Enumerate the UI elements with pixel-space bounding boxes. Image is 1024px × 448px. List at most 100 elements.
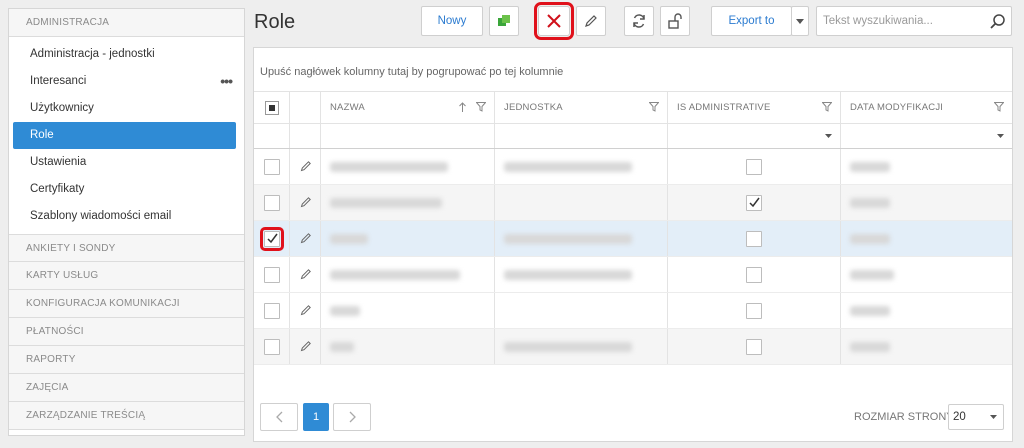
cell-nazwa	[321, 149, 495, 184]
pencil-icon[interactable]	[300, 304, 312, 316]
filter-icon[interactable]	[476, 102, 486, 112]
section-zajecia[interactable]: ZAJĘCIA	[9, 374, 244, 402]
cell-nazwa	[321, 329, 495, 364]
filter-icon[interactable]	[649, 102, 659, 112]
redacted-text	[504, 234, 632, 244]
pager-next-button[interactable]	[333, 403, 371, 431]
row-checkbox[interactable]	[264, 339, 280, 355]
cell-is-administrative	[668, 293, 841, 328]
sidebar-item-certyfikaty[interactable]: Certyfikaty	[13, 176, 236, 203]
column-header-nazwa[interactable]: NAZWA	[321, 92, 495, 123]
caret-down-icon[interactable]	[997, 134, 1004, 138]
column-header-label: JEDNOSTKA	[504, 102, 563, 113]
refresh-button[interactable]	[624, 6, 654, 36]
pencil-icon[interactable]	[300, 340, 312, 352]
section-ankiety[interactable]: ANKIETY I SONDY	[9, 234, 244, 262]
cell-jednostka	[495, 257, 668, 292]
row-checkbox[interactable]	[264, 303, 280, 319]
page-size-label: ROZMIAR STRONY	[854, 411, 954, 423]
section-raporty[interactable]: RAPORTY	[9, 346, 244, 374]
delete-button[interactable]	[534, 2, 574, 40]
pencil-icon[interactable]	[300, 160, 312, 172]
section-karty-uslug[interactable]: KARTY USŁUG	[9, 262, 244, 290]
more-menu-icon[interactable]: •••	[220, 68, 233, 95]
cell-nazwa	[321, 257, 495, 292]
search-icon[interactable]	[989, 13, 1006, 30]
cell-data-modyfikacji	[841, 221, 1012, 256]
column-header-is-administrative[interactable]: IS ADMINISTRATIVE	[668, 92, 841, 123]
cell-jednostka	[495, 221, 668, 256]
redacted-text	[330, 342, 354, 352]
export-dropdown-button[interactable]	[791, 6, 809, 36]
row-checkbox[interactable]	[264, 159, 280, 175]
section-zarzadzanie[interactable]: ZARZĄDZANIE TREŚCIĄ	[9, 402, 244, 430]
select-all-checkbox[interactable]	[265, 101, 279, 115]
filter-icon[interactable]	[822, 102, 832, 112]
pager-current-page[interactable]: 1	[303, 403, 329, 431]
table-row[interactable]	[254, 293, 1012, 329]
row-edit-cell	[290, 149, 321, 184]
pencil-icon[interactable]	[300, 268, 312, 280]
redacted-text	[850, 270, 894, 280]
edit-button[interactable]	[576, 6, 606, 36]
cell-nazwa	[321, 185, 495, 220]
pencil-icon[interactable]	[300, 232, 312, 244]
pencil-icon[interactable]	[300, 196, 312, 208]
table-row[interactable]	[254, 329, 1012, 365]
select-all-cell	[254, 92, 290, 123]
row-edit-cell	[290, 257, 321, 292]
cell-is-administrative	[668, 221, 841, 256]
unlock-button[interactable]	[660, 6, 690, 36]
search-box	[816, 6, 1012, 36]
table-row-selected[interactable]	[254, 221, 1012, 257]
redacted-text	[850, 162, 890, 172]
duplicate-button[interactable]	[489, 6, 519, 36]
new-button-label: Nowy	[437, 15, 467, 27]
administracja-items: Administracja - jednostki Interesanci ••…	[9, 37, 244, 234]
sidebar-item-ustawienia[interactable]: Ustawienia	[13, 149, 236, 176]
cell-data-modyfikacji	[841, 293, 1012, 328]
new-button[interactable]: Nowy	[421, 6, 483, 36]
sort-asc-icon[interactable]	[459, 102, 466, 112]
filter-data-modyfikacji[interactable]	[841, 124, 1012, 148]
group-panel[interactable]: Upuść nagłówek kolumny tutaj by pogrupow…	[254, 48, 1012, 92]
redacted-text	[330, 270, 460, 280]
search-input[interactable]	[817, 7, 977, 35]
filter-nazwa[interactable]	[321, 124, 495, 148]
redacted-text	[330, 306, 360, 316]
sidebar-item-administracja-jednostki[interactable]: Administracja - jednostki	[13, 41, 236, 68]
is-admin-checkbox	[746, 339, 762, 355]
filter-jednostka[interactable]	[495, 124, 668, 148]
filter-cell-empty	[290, 124, 321, 148]
export-button[interactable]: Export to	[711, 6, 792, 36]
pencil-icon	[585, 15, 597, 27]
row-checkbox[interactable]	[264, 195, 280, 211]
row-edit-cell	[290, 293, 321, 328]
row-checkbox[interactable]	[264, 267, 280, 283]
row-select-cell	[254, 221, 290, 256]
page-size-select[interactable]: 20	[948, 404, 1004, 430]
row-checkbox[interactable]	[260, 227, 284, 251]
sidebar-item-szablony[interactable]: Szablony wiadomości email	[13, 203, 236, 230]
sidebar-item-role[interactable]: Role	[13, 122, 236, 149]
sidebar-item-uzytkownicy[interactable]: Użytkownicy	[13, 95, 236, 122]
sidebar-item-interesanci[interactable]: Interesanci •••	[13, 68, 236, 95]
section-platnosci[interactable]: PŁATNOŚCI	[9, 318, 244, 346]
pager-prev-button[interactable]	[260, 403, 298, 431]
cell-nazwa	[321, 221, 495, 256]
section-konfiguracja[interactable]: KONFIGURACJA KOMUNIKACJI	[9, 290, 244, 318]
cell-jednostka	[495, 149, 668, 184]
redacted-text	[504, 270, 632, 280]
caret-down-icon[interactable]	[825, 134, 832, 138]
section-administracja[interactable]: ADMINISTRACJA	[9, 9, 244, 37]
column-header-data-modyfikacji[interactable]: DATA MODYFIKACJI	[841, 92, 1012, 123]
table-row[interactable]	[254, 185, 1012, 221]
filter-icon[interactable]	[994, 102, 1004, 112]
table-row[interactable]	[254, 257, 1012, 293]
is-admin-checkbox	[746, 195, 762, 211]
table-row[interactable]	[254, 149, 1012, 185]
unlock-icon	[668, 13, 682, 29]
filter-is-administrative[interactable]	[668, 124, 841, 148]
column-header-jednostka[interactable]: JEDNOSTKA	[495, 92, 668, 123]
column-header-label: NAZWA	[330, 102, 365, 113]
